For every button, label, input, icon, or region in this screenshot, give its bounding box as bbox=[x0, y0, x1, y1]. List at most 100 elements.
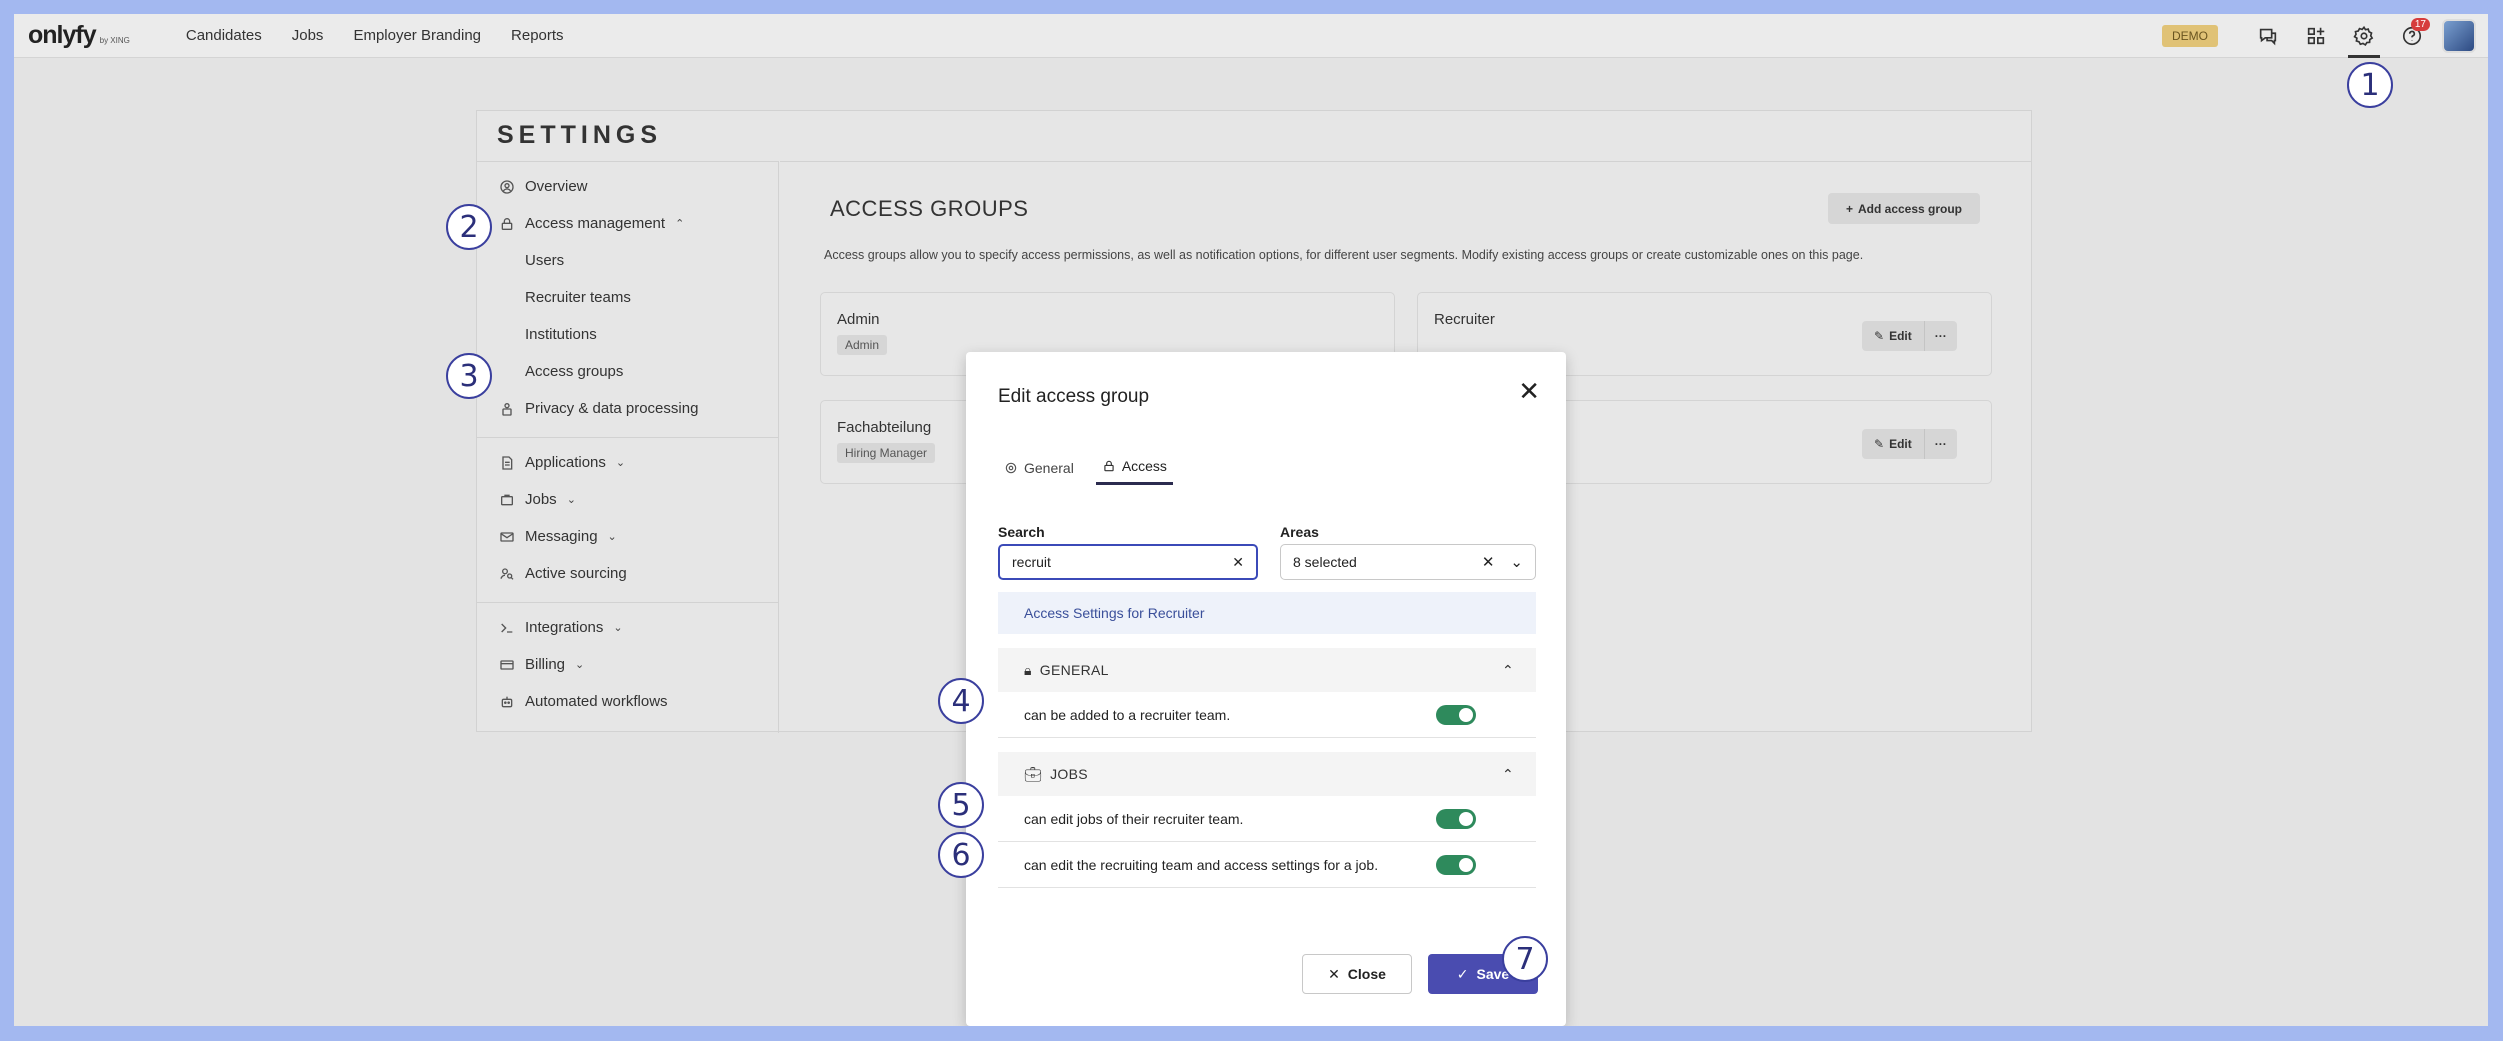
sidebar-item-privacy[interactable]: Privacy & data processing bbox=[499, 400, 698, 417]
step-marker-5: 5 bbox=[938, 782, 984, 828]
tab-access-label: Access bbox=[1121, 458, 1167, 474]
envelope-icon bbox=[500, 531, 514, 542]
sidebar-item-billing[interactable]: Billing ⌄ bbox=[499, 656, 584, 673]
permission-toggle[interactable] bbox=[1436, 854, 1476, 875]
sidebar-item-access-management[interactable]: Access management ⌃ bbox=[499, 215, 684, 232]
card-tag: Hiring Manager bbox=[837, 443, 936, 463]
permission-row: can edit jobs of their recruiter team. bbox=[998, 796, 1536, 842]
document-icon bbox=[502, 455, 513, 470]
close-icon[interactable]: ✕ bbox=[1518, 378, 1540, 404]
close-icon: ✕ bbox=[1328, 965, 1340, 982]
step-marker-7: 7 bbox=[1502, 936, 1548, 982]
close-button-label: Close bbox=[1347, 966, 1386, 982]
gear-icon bbox=[1005, 462, 1017, 473]
sidebar-item-overview[interactable]: Overview bbox=[499, 178, 588, 195]
sidebar-item-applications[interactable]: Applications ⌄ bbox=[499, 454, 625, 471]
sidebar-item-recruiter-teams[interactable]: Recruiter teams bbox=[525, 289, 631, 306]
areas-select[interactable]: 8 selected ✕ ⌄ bbox=[1280, 544, 1536, 580]
sidebar-item-access-groups[interactable]: Access groups bbox=[525, 363, 623, 380]
permission-toggle[interactable] bbox=[1436, 704, 1476, 725]
check-icon: ✓ bbox=[1456, 965, 1469, 982]
terminal-icon bbox=[501, 623, 513, 633]
tab-general-label: General bbox=[1024, 459, 1074, 476]
chevron-up-icon: ⌃ bbox=[1501, 765, 1514, 782]
permission-group-general[interactable]: 🔒︎ GENERAL ⌃ bbox=[998, 648, 1536, 692]
apps-grid-icon[interactable] bbox=[2292, 14, 2340, 58]
nav-jobs[interactable]: Jobs bbox=[292, 27, 324, 44]
sidebar-item-active-sourcing[interactable]: Active sourcing bbox=[499, 565, 627, 582]
pencil-icon: ✎ bbox=[1874, 437, 1885, 451]
pencil-icon: ✎ bbox=[1874, 329, 1885, 343]
settings-gear-icon[interactable] bbox=[2340, 14, 2388, 58]
robot-icon bbox=[501, 696, 513, 707]
access-settings-section-link[interactable]: Access Settings for Recruiter bbox=[998, 592, 1536, 634]
clear-areas-icon[interactable]: ✕ bbox=[1482, 553, 1495, 571]
edit-label: Edit bbox=[1889, 329, 1912, 343]
permission-toggle[interactable] bbox=[1436, 808, 1476, 829]
lock-icon bbox=[1104, 460, 1114, 472]
add-access-group-button[interactable]: + Add access group bbox=[1828, 193, 1980, 224]
step-marker-3: 3 bbox=[446, 353, 492, 399]
demo-badge: DEMO bbox=[2162, 25, 2218, 47]
permission-text: can be added to a recruiter team. bbox=[1024, 706, 1231, 723]
card-tag: Admin bbox=[837, 335, 888, 355]
search-input-value: recruit bbox=[1012, 554, 1051, 570]
more-options-button[interactable]: ··· bbox=[1925, 329, 1957, 343]
search-input[interactable]: recruit ✕ bbox=[998, 544, 1258, 580]
notification-count-badge: 17 bbox=[2410, 18, 2430, 31]
permission-text: can edit jobs of their recruiter team. bbox=[1024, 810, 1244, 827]
chevron-up-icon: ⌃ bbox=[675, 218, 685, 230]
chevron-down-icon: ⌄ bbox=[613, 622, 623, 634]
user-avatar[interactable] bbox=[2442, 19, 2476, 53]
top-right-controls: DEMO 17 bbox=[2162, 14, 2488, 58]
edit-access-group-modal: Edit access group ✕ General Access Searc… bbox=[966, 352, 1566, 1026]
sidebar-divider bbox=[477, 437, 779, 438]
sidebar-label-privacy: Privacy & data processing bbox=[525, 400, 699, 417]
edit-label: Edit bbox=[1889, 437, 1912, 451]
chat-icon[interactable] bbox=[2244, 14, 2292, 58]
page-title: ACCESS GROUPS bbox=[830, 196, 1029, 221]
sidebar-label-overview: Overview bbox=[525, 178, 588, 195]
close-button[interactable]: ✕ Close bbox=[1302, 954, 1412, 994]
sidebar-item-users[interactable]: Users bbox=[525, 252, 564, 269]
sidebar-label-integrations: Integrations bbox=[525, 619, 604, 636]
areas-select-value: 8 selected bbox=[1293, 554, 1357, 570]
edit-button[interactable]: ✎ Edit bbox=[1862, 321, 1925, 351]
sidebar-item-automated-workflows[interactable]: Automated workflows bbox=[499, 693, 668, 710]
group-title: JOBS bbox=[1050, 766, 1088, 782]
permission-text: can edit the recruiting team and access … bbox=[1024, 856, 1379, 873]
step-marker-4: 4 bbox=[938, 678, 984, 724]
sidebar-item-messaging[interactable]: Messaging ⌄ bbox=[499, 528, 617, 545]
credit-card-icon bbox=[500, 659, 514, 670]
onlyfy-logo[interactable]: onlyfy by XING bbox=[28, 21, 130, 50]
sidebar-item-institutions[interactable]: Institutions bbox=[525, 326, 597, 343]
clear-search-icon[interactable]: ✕ bbox=[1232, 554, 1244, 571]
chevron-down-icon[interactable]: ⌄ bbox=[1510, 553, 1523, 571]
user-circle-icon bbox=[500, 179, 514, 194]
tab-access[interactable]: Access bbox=[1095, 458, 1173, 485]
briefcase-icon bbox=[501, 494, 513, 505]
sidebar-item-integrations[interactable]: Integrations ⌄ bbox=[499, 619, 623, 636]
lock-icon bbox=[501, 217, 513, 230]
nav-employer-branding[interactable]: Employer Branding bbox=[353, 27, 481, 44]
tab-general[interactable]: General bbox=[998, 458, 1080, 485]
lock-icon: 🔒︎ bbox=[1024, 661, 1032, 678]
modal-title: Edit access group bbox=[998, 386, 1150, 407]
areas-label: Areas bbox=[1280, 524, 1319, 540]
sidebar-label-billing: Billing bbox=[525, 656, 566, 673]
edit-button[interactable]: ✎ Edit bbox=[1862, 429, 1925, 459]
sidebar-item-jobs[interactable]: Jobs ⌄ bbox=[499, 491, 576, 508]
user-search-icon bbox=[500, 567, 514, 580]
permission-group-jobs[interactable]: 💼︎ JOBS ⌃ bbox=[998, 752, 1536, 796]
chevron-up-icon: ⌃ bbox=[1501, 661, 1514, 678]
nav-reports[interactable]: Reports bbox=[511, 27, 564, 44]
settings-title: SETTINGS bbox=[497, 121, 663, 149]
card-edit-control: ✎ Edit ··· bbox=[1862, 321, 1957, 351]
sidebar-divider bbox=[477, 602, 779, 603]
more-options-button[interactable]: ··· bbox=[1925, 437, 1957, 451]
sidebar-label-messaging: Messaging bbox=[525, 528, 598, 545]
help-notifications-icon[interactable]: 17 bbox=[2388, 14, 2436, 58]
nav-candidates[interactable]: Candidates bbox=[186, 27, 262, 44]
chevron-down-icon: ⌄ bbox=[575, 659, 585, 671]
app-window: onlyfy by XING Candidates Jobs Employer … bbox=[14, 14, 2488, 1026]
